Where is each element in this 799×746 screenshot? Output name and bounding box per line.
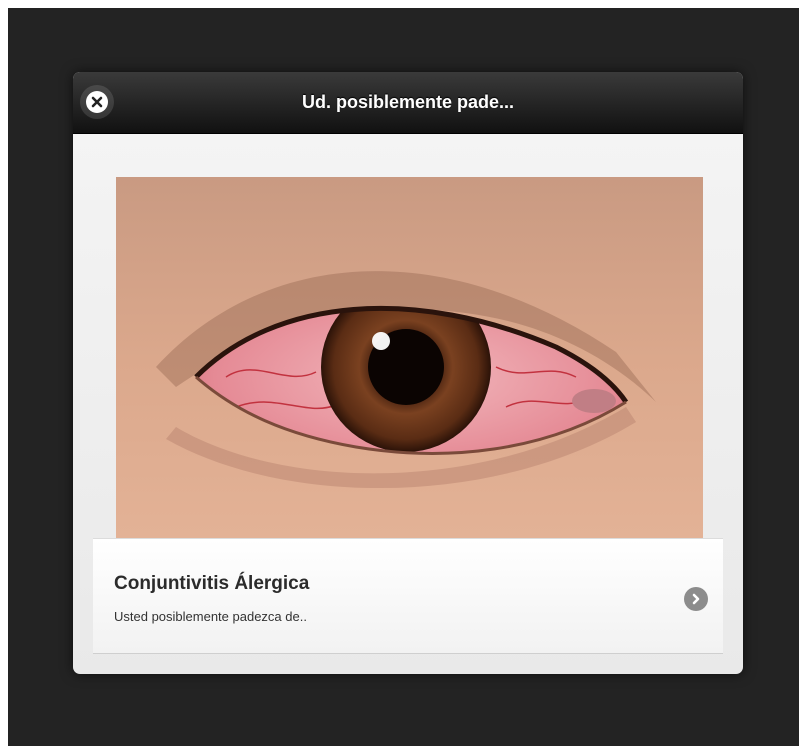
dialog-content: Conjuntivitis Álergica Usted posiblement…: [73, 134, 743, 674]
close-icon: [86, 91, 108, 113]
dialog: Ud. posiblemente pade... Conjuntivitis Á…: [73, 72, 743, 674]
result-list-item[interactable]: Conjuntivitis Álergica Usted posiblement…: [93, 538, 723, 654]
result-description: Usted posiblemente padezca de..: [114, 609, 307, 624]
eye-illustration: [116, 177, 703, 539]
close-button[interactable]: [80, 85, 114, 119]
chevron-right-icon: [684, 587, 708, 611]
result-title: Conjuntivitis Álergica: [114, 573, 310, 594]
dialog-title: Ud. posiblemente pade...: [301, 92, 515, 112]
dialog-header: Ud. posiblemente pade...: [73, 72, 743, 134]
